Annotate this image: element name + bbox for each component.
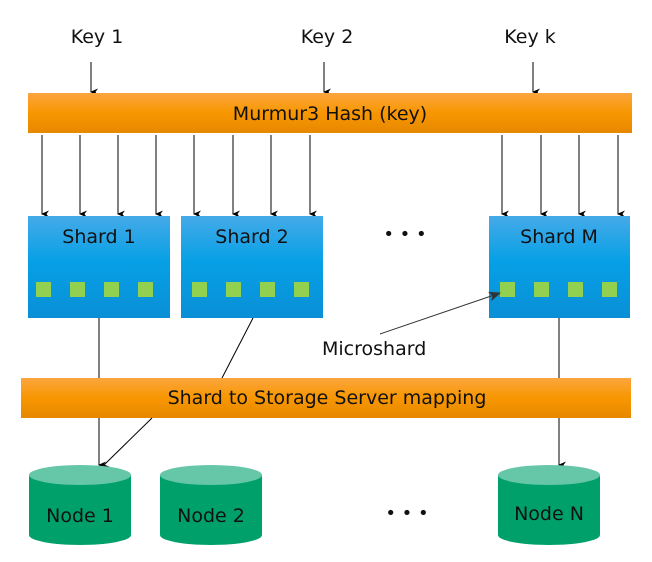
- shard-1: Shard 1: [28, 216, 170, 318]
- shard-m: Shard M: [489, 216, 630, 318]
- microshard: [36, 282, 51, 297]
- microshard: [294, 282, 309, 297]
- microshard: [104, 282, 119, 297]
- microshard: [70, 282, 85, 297]
- shard-2-line: [221, 317, 254, 379]
- mapping-bar-label: Shard to Storage Server mapping: [168, 387, 487, 409]
- shard-2: Shard 2: [181, 216, 323, 318]
- key-k-label: Key k: [504, 26, 556, 48]
- microshard-callout-label: Microshard: [322, 338, 426, 360]
- microshard: [534, 282, 549, 297]
- shard-2-label: Shard 2: [215, 226, 288, 248]
- microshard: [226, 282, 241, 297]
- node-1: Node 1: [29, 465, 131, 545]
- shard-m-label: Shard M: [520, 226, 598, 248]
- hash-bar-label: Murmur3 Hash (key): [233, 103, 427, 125]
- node-1-arrow-b: [103, 417, 153, 473]
- microshard: [138, 282, 153, 297]
- sharding-diagram: Key 1 Key 2 Key k Murmur3 Hash (key) Sha…: [21, 26, 632, 545]
- microshard: [192, 282, 207, 297]
- node-1-label: Node 1: [46, 505, 114, 527]
- shard-ellipsis: • • •: [383, 224, 426, 245]
- node-2-label: Node 2: [177, 505, 245, 527]
- shard-1-label: Shard 1: [62, 226, 135, 248]
- microshard: [602, 282, 617, 297]
- node-ellipsis: • • •: [385, 503, 428, 524]
- microshard: [568, 282, 583, 297]
- node-n-label: Node N: [514, 503, 584, 525]
- node-2: Node 2: [160, 465, 262, 545]
- key-2-label: Key 2: [301, 26, 354, 48]
- microshard: [500, 282, 515, 297]
- microshard-callout-arrow: [379, 291, 501, 335]
- node-n: Node N: [498, 465, 600, 545]
- key-1-label: Key 1: [71, 26, 124, 48]
- microshard: [260, 282, 275, 297]
- hash-to-shard-arrows: [41, 135, 625, 218]
